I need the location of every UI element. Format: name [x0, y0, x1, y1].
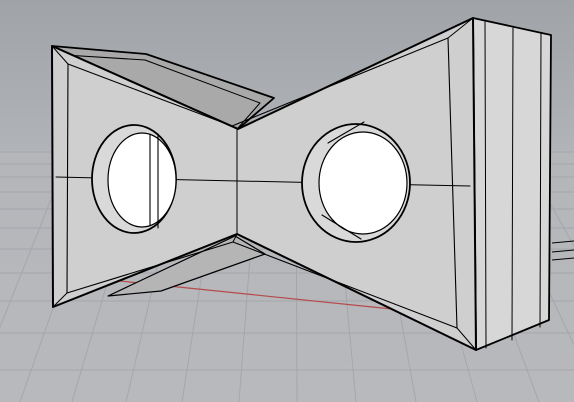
3d-viewport[interactable] [0, 0, 574, 402]
right-hole [301, 121, 411, 243]
left-hole [91, 124, 177, 234]
viewport-canvas[interactable] [0, 0, 574, 402]
